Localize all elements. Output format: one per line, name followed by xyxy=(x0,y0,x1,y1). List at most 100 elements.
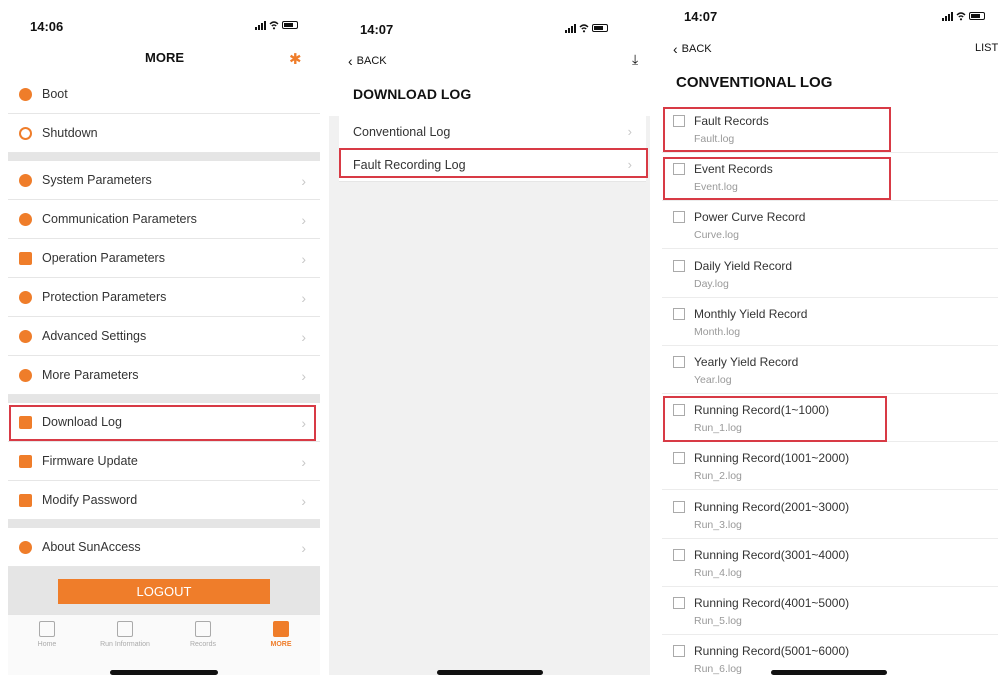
log-item-file: Run_6.log xyxy=(694,663,742,675)
log-item-file: Day.log xyxy=(694,277,729,290)
checkbox[interactable] xyxy=(673,597,685,609)
highlight-box xyxy=(339,148,648,178)
log-item[interactable]: Running Record(2001~3000) Run_3.log xyxy=(662,491,998,539)
tab-home[interactable]: Home xyxy=(12,621,82,648)
log-item-name: Running Record(3001~4000) xyxy=(694,547,850,562)
tab-label: Records xyxy=(189,641,217,648)
log-item[interactable]: Running Record(4001~5000) Run_5.log xyxy=(662,587,998,635)
download-log-screen: 14:07 ‹ BACK ⤓ DOWNLOAD LOG Conventional… xyxy=(329,0,650,675)
chevron-left-icon: ‹ xyxy=(673,41,678,57)
list-item-label: Conventional Log xyxy=(353,125,451,139)
tab-records[interactable]: Records xyxy=(168,621,238,648)
list-button[interactable]: LIST xyxy=(975,42,998,54)
log-item-file: Run_3.log xyxy=(694,518,742,531)
log-item-name: Running Record(1001~2000) xyxy=(694,451,850,466)
battery-icon xyxy=(282,21,298,29)
menu-item-about[interactable]: About SunAccess › xyxy=(8,528,320,567)
checkbox[interactable] xyxy=(673,307,685,320)
highlight-box xyxy=(663,107,891,152)
chevron-right-icon: › xyxy=(627,124,632,139)
chevron-right-icon: › xyxy=(301,368,306,384)
menu-item-operation-parameters[interactable]: Operation Parameters › xyxy=(8,239,320,278)
menu-item-advanced-settings[interactable]: Advanced Settings › xyxy=(8,317,320,356)
checkbox[interactable] xyxy=(673,259,685,272)
checkbox[interactable] xyxy=(673,211,685,224)
more-icon xyxy=(273,621,289,637)
back-button[interactable]: ‹ BACK xyxy=(348,53,387,69)
log-item[interactable]: Power Curve Record Curve.log xyxy=(662,201,998,250)
checkbox[interactable] xyxy=(673,645,685,658)
monitor-icon xyxy=(117,621,133,637)
records-icon xyxy=(195,621,211,637)
menu-item-firmware-update[interactable]: Firmware Update › xyxy=(8,442,320,481)
tab-bar: Home Run Information Records MORE xyxy=(8,614,320,675)
tab-label: Run Information xyxy=(100,641,150,648)
menu-item-shutdown[interactable]: Shutdown xyxy=(8,114,320,153)
menu-item-label: More Parameters xyxy=(42,368,139,382)
chevron-right-icon: › xyxy=(301,493,306,509)
menu-item-label: Advanced Settings xyxy=(42,329,147,343)
chart-icon xyxy=(19,251,32,265)
status-time: 14:07 xyxy=(360,22,394,37)
status-icons xyxy=(565,23,608,33)
log-item-file: Run_4.log xyxy=(694,566,742,579)
signal-icon xyxy=(565,23,576,33)
page-title: DOWNLOAD LOG xyxy=(353,86,472,102)
status-time: 14:07 xyxy=(684,9,718,24)
highlight-box xyxy=(9,405,316,441)
log-item[interactable]: Yearly Yield Record Year.log xyxy=(662,346,998,394)
log-item-file: Run_2.log xyxy=(694,470,742,483)
bluetooth-icon[interactable]: ✱ xyxy=(289,50,302,68)
menu-item-boot[interactable]: Boot xyxy=(8,75,320,114)
menu-item-label: Modify Password xyxy=(42,493,138,507)
menu-item-protection-parameters[interactable]: Protection Parameters › xyxy=(8,278,320,317)
tab-run-information[interactable]: Run Information xyxy=(90,621,160,648)
checkbox[interactable] xyxy=(673,356,685,368)
chevron-right-icon: › xyxy=(301,290,306,306)
power-icon xyxy=(19,126,32,140)
list-item-conventional-log[interactable]: Conventional Log › xyxy=(339,116,646,149)
chevron-right-icon: › xyxy=(301,454,306,470)
back-button[interactable]: ‹ BACK xyxy=(673,41,712,57)
logout-button[interactable]: LOGOUT xyxy=(58,579,270,604)
menu-item-label: Protection Parameters xyxy=(42,290,167,304)
menu-item-label: Firmware Update xyxy=(42,454,138,468)
menu-item-system-parameters[interactable]: System Parameters › xyxy=(8,161,320,200)
log-item-name: Running Record(4001~5000) xyxy=(694,596,850,610)
home-indicator xyxy=(437,670,543,675)
checkbox[interactable] xyxy=(673,548,685,561)
log-item-name: Monthly Yield Record xyxy=(694,306,808,321)
download-icon[interactable]: ⤓ xyxy=(632,51,638,68)
status-bar: 14:07 xyxy=(329,0,650,40)
checkbox[interactable] xyxy=(673,452,685,465)
menu-item-label: About SunAccess xyxy=(42,540,141,554)
status-bar: 14:06 xyxy=(0,0,329,40)
back-label: BACK xyxy=(356,55,387,67)
highlight-box xyxy=(663,396,887,442)
wifi-icon xyxy=(269,21,279,30)
wifi-icon xyxy=(579,24,589,33)
checkbox[interactable] xyxy=(673,500,685,513)
tab-label: Home xyxy=(37,641,57,648)
info-icon xyxy=(19,540,32,554)
page-title: MORE xyxy=(145,50,184,65)
log-item[interactable]: Monthly Yield Record Month.log xyxy=(662,298,998,346)
cog-icon xyxy=(19,329,32,343)
log-item[interactable]: Daily Yield Record Day.log xyxy=(662,250,998,298)
log-item[interactable]: Running Record(3001~4000) Run_4.log xyxy=(662,539,998,587)
more-screen: 14:06 MORE ✱ Boot Shutdown System Parame… xyxy=(0,0,329,675)
log-item-name: Yearly Yield Record xyxy=(694,355,799,369)
status-icons xyxy=(255,20,298,30)
log-item-name: Running Record(2001~3000) xyxy=(694,499,850,514)
tab-label: MORE xyxy=(270,641,292,648)
status-icons xyxy=(942,11,985,21)
chevron-right-icon: › xyxy=(301,251,306,267)
log-item[interactable]: Running Record(1001~2000) Run_2.log xyxy=(662,442,998,491)
tab-more[interactable]: MORE xyxy=(246,621,316,648)
menu-item-more-parameters[interactable]: More Parameters › xyxy=(8,356,320,395)
menu-item-modify-password[interactable]: Modify Password › xyxy=(8,481,320,520)
log-item-file: Month.log xyxy=(694,325,741,338)
log-item-name: Power Curve Record xyxy=(694,210,806,225)
chevron-right-icon: › xyxy=(301,329,306,345)
menu-item-communication-parameters[interactable]: Communication Parameters › xyxy=(8,200,320,239)
